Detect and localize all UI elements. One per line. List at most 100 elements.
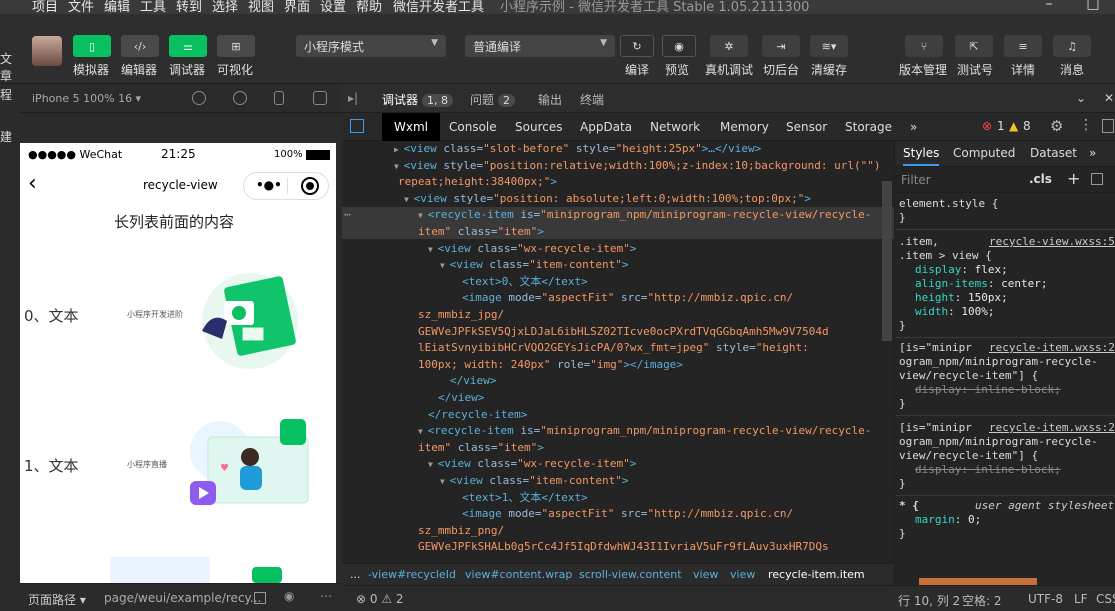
style-property[interactable]: height: 150px; — [915, 291, 1008, 305]
menu-file[interactable]: 文件 — [68, 0, 94, 14]
wxml-node-line[interactable]: ▼ <recycle-item is="miniprogram_npm/mini… — [418, 423, 871, 440]
test-account-button[interactable]: ⇱ — [955, 35, 993, 57]
tab-sources[interactable]: Sources — [503, 113, 574, 141]
expand-arrow-icon[interactable]: ▼ — [404, 195, 414, 204]
expand-arrow-icon[interactable]: ▼ — [418, 427, 428, 436]
cls-toggle[interactable]: .cls — [1029, 172, 1052, 186]
editor-toggle-button[interactable]: ‹/› — [121, 35, 159, 57]
plus-icon[interactable]: + — [1067, 169, 1080, 188]
scrollbar[interactable] — [882, 181, 892, 341]
wxml-node-line[interactable]: ▼ <view class="item-content"> — [440, 473, 628, 490]
close-mini-program-icon[interactable] — [301, 177, 319, 195]
tab-output[interactable]: 输出 — [538, 91, 562, 108]
wxml-node-line[interactable]: ▼ <view class="wx-recycle-item"> — [428, 456, 636, 473]
tab-computed[interactable]: Computed — [953, 146, 1015, 160]
overridden-property[interactable]: display: inline-block; — [915, 463, 1061, 477]
wxml-node-line[interactable]: <image mode="aspectFit" src="http://mmbi… — [462, 290, 793, 306]
menu-interface[interactable]: 界面 — [284, 0, 310, 14]
tab-sensor[interactable]: Sensor — [774, 113, 839, 141]
panel-toggle-icon[interactable]: ▸| — [348, 91, 358, 105]
compile-button[interactable]: ↻ — [620, 35, 654, 57]
popout-icon[interactable] — [313, 91, 327, 105]
record-icon[interactable] — [233, 91, 247, 105]
breadcrumb-item[interactable]: scroll-view.content — [579, 568, 682, 581]
line-ending[interactable]: LF — [1074, 592, 1088, 606]
copy-icon[interactable] — [254, 592, 266, 604]
wxml-node-line[interactable]: <text>1、文本</text> — [462, 490, 588, 506]
warning-count[interactable]: 8 — [1023, 119, 1031, 133]
filter-input[interactable]: Filter — [901, 173, 931, 187]
menu-settings[interactable]: 设置 — [320, 0, 346, 14]
messages-button[interactable]: ♫ — [1053, 35, 1091, 57]
toggle-sidebar-icon[interactable] — [1091, 173, 1103, 185]
wxml-node-line[interactable]: lEiatSvnyibibHCrVQO2GEYsJicPA/0?wx_fmt=j… — [418, 340, 809, 356]
menu-select[interactable]: 选择 — [212, 0, 238, 14]
menu-edit[interactable]: 编辑 — [104, 0, 130, 14]
wxml-node-line[interactable]: ▼ <view style="position: absolute;left:0… — [404, 191, 811, 208]
close-icon[interactable]: ✕ — [1104, 91, 1114, 105]
simulator-toggle-button[interactable]: ▯ — [73, 35, 111, 57]
indentation[interactable]: 空格: 2 — [962, 592, 1002, 609]
style-property[interactable]: align-items: center; — [915, 277, 1047, 291]
avatar[interactable] — [32, 36, 62, 66]
rule-source-link[interactable]: recycle-item.wxss:2 — [989, 421, 1115, 435]
language-mode[interactable]: CSS — [1096, 592, 1115, 606]
tab-storage[interactable]: Storage — [833, 113, 904, 141]
wxml-node-line[interactable]: sz_mmbiz_jpg/ — [418, 307, 504, 323]
tab-problems[interactable]: 问题 2 — [470, 91, 516, 108]
wxml-node-line[interactable]: GEWVeJPFkSEV5QjxLDJaL6ibHLSZ02TIcve0ocPX… — [418, 324, 829, 340]
phone-icon[interactable] — [274, 91, 284, 105]
issues-count[interactable]: ⊗ 0 ⚠ 2 — [356, 592, 404, 606]
tab-memory[interactable]: Memory — [708, 113, 781, 141]
encoding[interactable]: UTF-8 — [1028, 592, 1063, 606]
wxml-node-line[interactable]: <image mode="aspectFit" src="http://mmbi… — [462, 506, 793, 522]
preview-button[interactable]: ◉ — [662, 35, 696, 57]
more-tabs-icon[interactable]: » — [898, 113, 929, 141]
page-path-label[interactable]: 页面路径 ▾ — [28, 591, 86, 608]
wxml-node-line[interactable]: ▼ <view class="wx-recycle-item"> — [428, 241, 636, 258]
tab-styles[interactable]: Styles — [903, 146, 940, 166]
gear-icon[interactable]: ⚙ — [1050, 117, 1063, 135]
rule-source-link[interactable]: recycle-view.wxss:5 — [989, 235, 1115, 249]
device-select[interactable]: iPhone 5 100% 16 ▾ — [32, 92, 141, 105]
menu-goto[interactable]: 转到 — [176, 0, 202, 14]
background-button[interactable]: ⇥ — [762, 35, 800, 57]
menu-wechat-devtools[interactable]: 微信开发者工具 — [393, 0, 484, 14]
expand-arrow-icon[interactable]: ▼ — [440, 261, 450, 270]
wxml-node-line[interactable]: item" class="item"> — [418, 224, 544, 240]
eye-icon[interactable]: ◉ — [284, 589, 294, 603]
breadcrumb-item[interactable]: view — [730, 568, 755, 581]
style-property[interactable]: margin: 0; — [915, 513, 981, 527]
tab-debugger[interactable]: 调试器 1, 8 — [382, 91, 454, 108]
expand-arrow-icon[interactable]: ▼ — [428, 245, 438, 254]
details-button[interactable]: ≡ — [1004, 35, 1042, 57]
dock-icon[interactable] — [1102, 119, 1114, 133]
rule-source-link[interactable]: recycle-item.wxss:2 — [989, 341, 1115, 355]
expand-arrow-icon[interactable]: ▼ — [418, 211, 428, 220]
debugger-toggle-button[interactable]: ⚌ — [169, 35, 207, 57]
style-property[interactable]: display: flex; — [915, 263, 1008, 277]
more-icon[interactable]: ⋯ — [320, 589, 332, 603]
expand-arrow-icon[interactable]: ▼ — [394, 162, 404, 171]
wxml-node-line[interactable]: ▼ <recycle-item is="miniprogram_npm/mini… — [418, 207, 871, 224]
overridden-property[interactable]: display: inline-block; — [915, 383, 1061, 397]
breadcrumb-item[interactable]: -view#recycleId — [368, 568, 456, 581]
wxml-node-line[interactable]: </recycle-item> — [428, 407, 527, 423]
remote-debug-button[interactable]: ✲ — [710, 35, 748, 57]
tab-appdata[interactable]: AppData — [568, 113, 644, 141]
maximize-icon[interactable]: □ — [1071, 0, 1115, 12]
expand-arrow-icon[interactable]: ▼ — [440, 477, 450, 486]
tab-terminal[interactable]: 终端 — [580, 91, 604, 108]
breadcrumb-item[interactable]: view — [693, 568, 718, 581]
chevron-down-icon[interactable]: ⌄ — [1076, 91, 1086, 105]
tab-wxml[interactable]: Wxml — [382, 113, 440, 141]
wxml-node-line[interactable]: <text>0、文本</text> — [462, 274, 588, 290]
tab-network[interactable]: Network — [638, 113, 712, 141]
tab-dataset[interactable]: Dataset — [1030, 146, 1077, 160]
wxml-node-line[interactable]: GEWVeJPFkSHALb0g5rCc4Jf5IqDfdwhWJ43I1Ivr… — [418, 539, 829, 555]
error-count[interactable]: 1 — [997, 119, 1005, 133]
style-property[interactable]: width: 100%; — [915, 305, 995, 319]
collapse-arrow-icon[interactable]: ▶ — [394, 145, 404, 154]
wxml-node-line[interactable]: ▼ <view class="item-content"> — [440, 257, 628, 274]
rotate-icon[interactable] — [192, 91, 206, 105]
